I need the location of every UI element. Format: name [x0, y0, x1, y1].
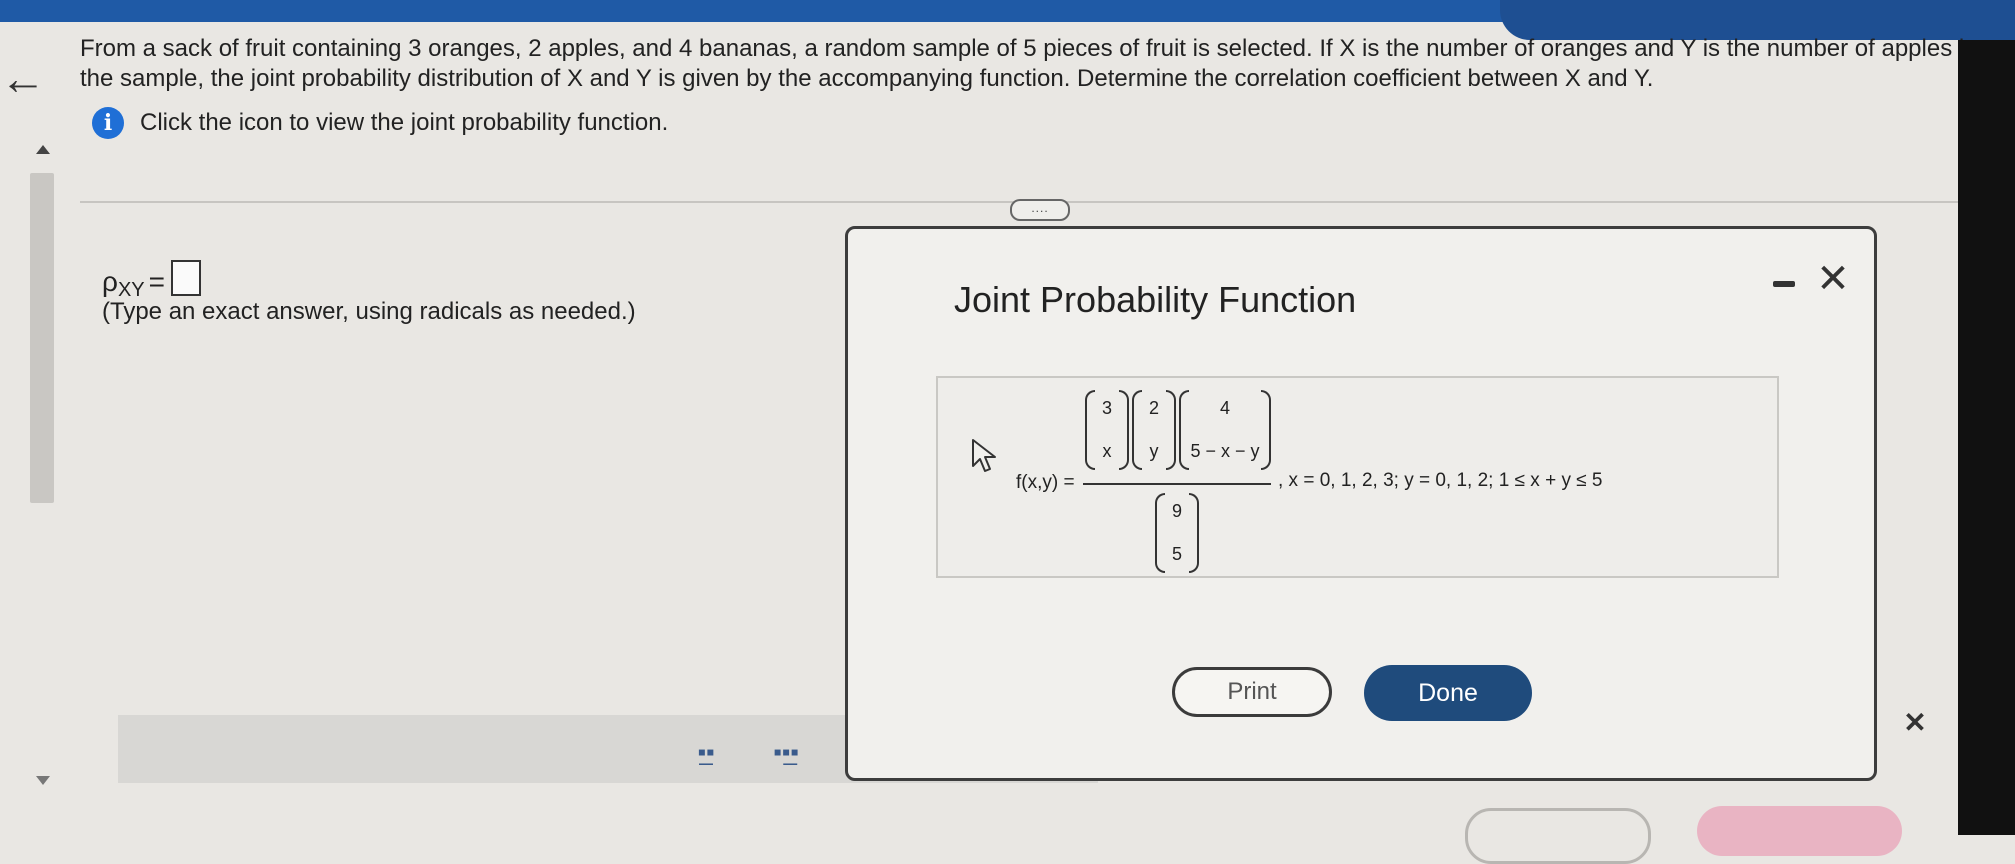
fraction-bar: [1083, 483, 1271, 485]
close-icon[interactable]: ✕: [1813, 257, 1853, 301]
scroll-thumb[interactable]: [30, 173, 54, 503]
binom-top: 9: [1171, 501, 1182, 521]
joint-probability-dialog: Joint Probability Function ✕ 3 x 2 y 4 5…: [845, 226, 1877, 781]
clear-all-button[interactable]: [1465, 808, 1651, 864]
fraction-icon[interactable]: ▪̲▪: [688, 735, 724, 771]
binomial-2-y: 2 y: [1132, 390, 1176, 470]
binom-top: 3: [1101, 398, 1112, 418]
info-icon[interactable]: i: [92, 107, 124, 139]
hint-text[interactable]: Click the icon to view the joint probabi…: [140, 109, 668, 137]
answer-instructions: (Type an exact answer, using radicals as…: [102, 298, 636, 325]
done-button[interactable]: Done: [1364, 665, 1532, 721]
binom-bottom: 5: [1171, 544, 1182, 564]
answer-input[interactable]: [170, 260, 201, 296]
answer-row: ρ XY =: [102, 258, 201, 301]
dialog-title: Joint Probability Function: [954, 279, 1357, 320]
scroll-down-icon[interactable]: [36, 776, 50, 785]
binom-bottom: x: [1102, 441, 1112, 461]
check-answer-button[interactable]: [1697, 806, 1902, 856]
scroll-up-icon[interactable]: [36, 145, 50, 154]
binomial-9-5: 9 5: [1155, 493, 1199, 573]
equals-sign: =: [148, 266, 165, 297]
back-arrow-icon[interactable]: ←: [0, 48, 46, 108]
binom-top: 2: [1148, 398, 1159, 418]
mouse-cursor-icon: [972, 439, 996, 472]
mixed-number-icon[interactable]: ▪▪̲▪: [768, 735, 804, 771]
formula-label: f(x,y) =: [1016, 472, 1075, 493]
page-close-icon[interactable]: ✕: [1900, 708, 1930, 738]
question-text: From a sack of fruit containing 3 orange…: [80, 35, 1978, 92]
print-button[interactable]: Print: [1172, 667, 1332, 717]
formula-condition: , x = 0, 1, 2, 3; y = 0, 1, 2; 1 ≤ x + y…: [1278, 470, 1603, 491]
formula-box: 3 x 2 y 4 5 − x − y f(x,y) = , x = 0, 1,…: [936, 376, 1779, 578]
binom-bottom: y: [1149, 441, 1159, 461]
minimize-icon[interactable]: [1773, 271, 1797, 295]
rho-symbol: ρ: [102, 266, 118, 297]
screen-edge: [1958, 40, 2015, 835]
vertical-scrollbar[interactable]: [30, 145, 54, 785]
expand-button[interactable]: ....: [1010, 199, 1070, 221]
binom-bottom: 5 − x − y: [1190, 441, 1260, 461]
hint-row[interactable]: i Click the icon to view the joint proba…: [92, 106, 668, 140]
binomial-4-5-x-y: 4 5 − x − y: [1179, 390, 1271, 470]
binomial-3-x: 3 x: [1085, 390, 1129, 470]
binom-top: 4: [1219, 398, 1230, 418]
